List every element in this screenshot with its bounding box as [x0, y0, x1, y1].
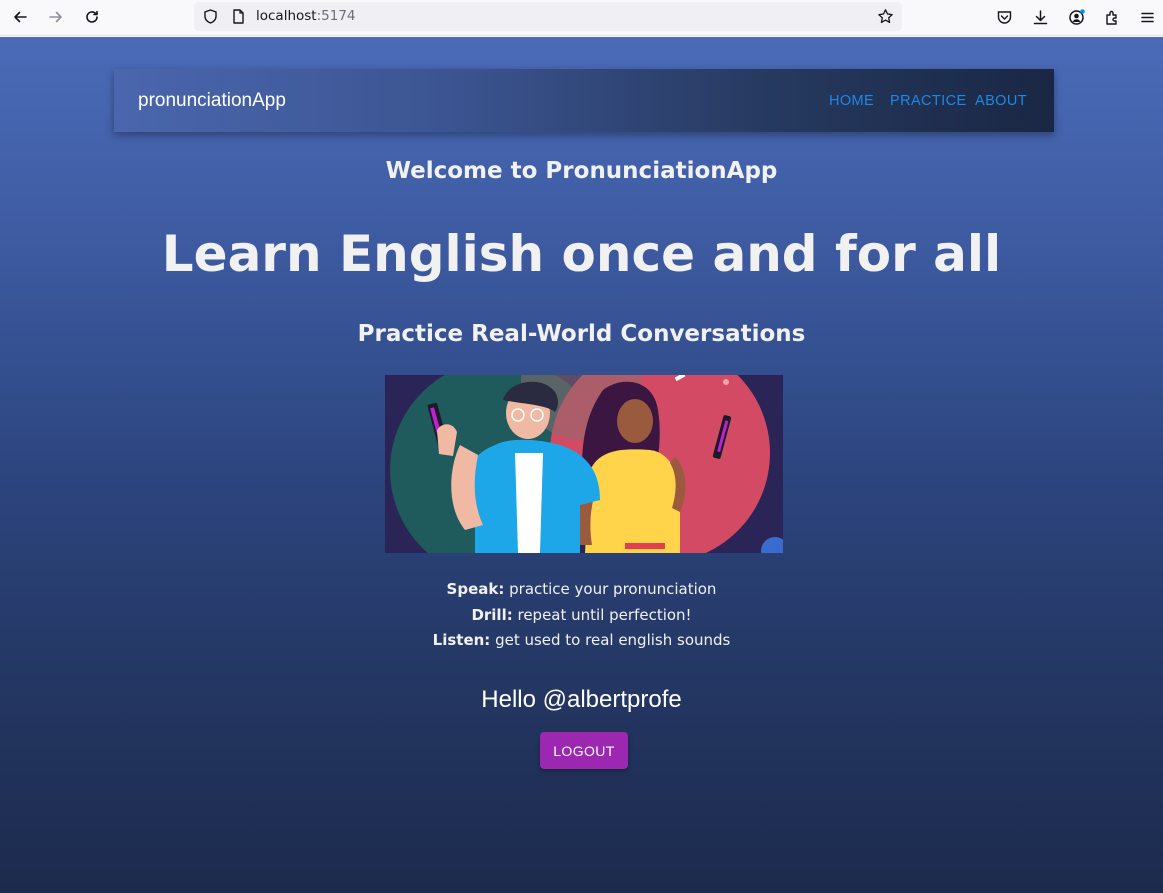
- bookmark-star-icon[interactable]: [877, 8, 894, 25]
- nav-home[interactable]: HOME: [829, 93, 874, 109]
- welcome-heading: Welcome to PronunciationApp: [385, 158, 778, 184]
- features-list: Speak: practice your pronunciation Drill…: [0, 577, 1163, 654]
- account-icon[interactable]: [1065, 6, 1087, 28]
- app-page: pronunciationApp HOME PRACTICE ABOUT Wel…: [0, 37, 1163, 893]
- main-headline: Learn English once and for all: [161, 225, 1002, 283]
- subheading: Practice Real-World Conversations: [357, 321, 806, 347]
- brand-title[interactable]: pronunciationApp: [138, 90, 286, 112]
- menu-icon[interactable]: [1136, 6, 1158, 28]
- reload-icon[interactable]: [79, 6, 105, 28]
- feature-listen: Listen: get used to real english sounds: [432, 631, 731, 649]
- feature-drill: Drill: repeat until perfection!: [471, 605, 692, 624]
- logout-button[interactable]: LOGOUT: [540, 732, 628, 769]
- nav-practice[interactable]: PRACTICE: [890, 93, 967, 109]
- forward-icon[interactable]: [43, 6, 69, 28]
- downloads-icon[interactable]: [1029, 6, 1051, 28]
- pocket-icon[interactable]: [993, 6, 1015, 28]
- hero-illustration: [385, 375, 783, 553]
- back-icon[interactable]: [7, 6, 33, 28]
- url-text[interactable]: localhost:5174: [256, 8, 356, 24]
- app-bar: pronunciationApp HOME PRACTICE ABOUT: [114, 69, 1054, 132]
- page-icon: [230, 8, 247, 25]
- user-greeting: Hello @albertprofe: [481, 686, 682, 713]
- shield-icon[interactable]: [202, 8, 219, 25]
- address-bar[interactable]: localhost:5174: [194, 2, 902, 31]
- nav-about[interactable]: ABOUT: [975, 93, 1027, 109]
- feature-speak: Speak: practice your pronunciation: [446, 580, 717, 598]
- extensions-icon[interactable]: [1101, 6, 1123, 28]
- browser-toolbar: localhost:5174: [0, 0, 1163, 36]
